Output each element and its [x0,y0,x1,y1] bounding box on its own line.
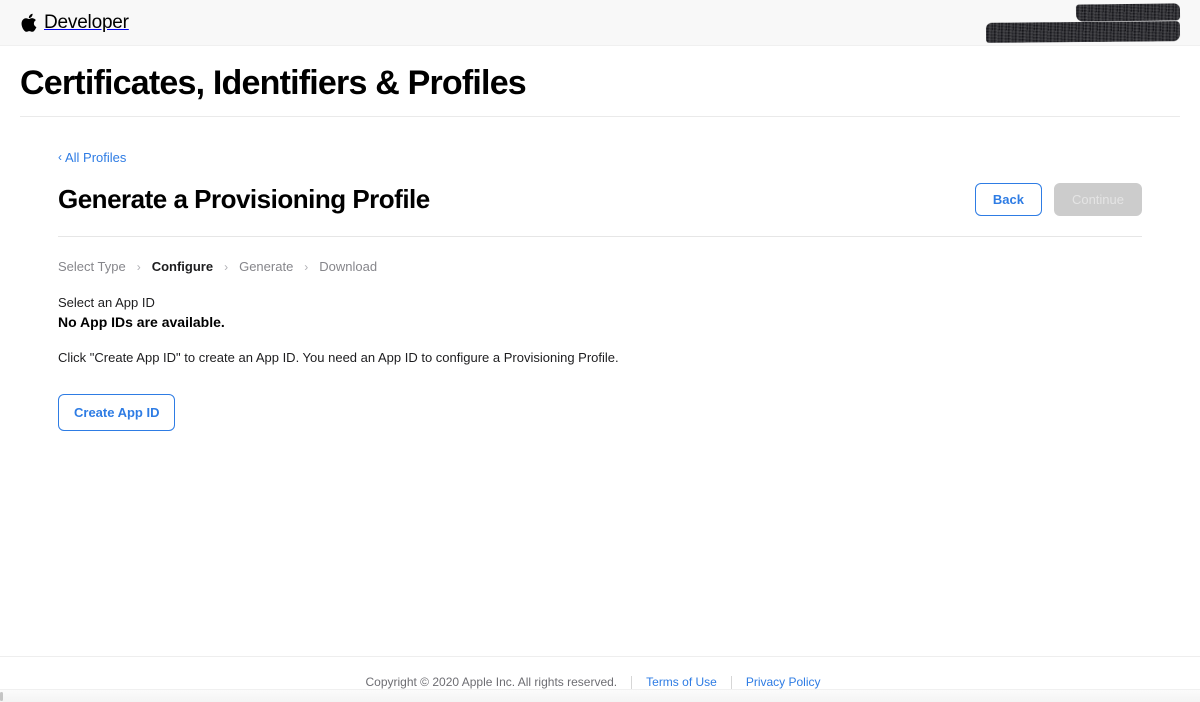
step-separator-icon: › [224,259,229,274]
help-text: Click "Create App ID" to create an App I… [58,349,619,365]
redaction-mark [1075,3,1181,22]
terms-of-use-link[interactable]: Terms of Use [632,675,731,689]
main-content: ‹ All Profiles Generate a Provisioning P… [0,117,1200,431]
step-separator-icon: › [304,259,309,274]
step-select-type[interactable]: Select Type [58,259,126,274]
section-title: Generate a Provisioning Profile [58,184,430,215]
app-id-section: Select an App ID No App IDs are availabl… [58,294,1142,431]
redaction-mark [985,21,1181,43]
back-button[interactable]: Back [974,183,1042,217]
chevron-left-icon: ‹ [58,150,62,165]
section-actions: Back Continue [974,183,1142,217]
brand-name: Developer [44,12,129,33]
back-to-all-profiles-link[interactable]: ‹ All Profiles [58,151,126,164]
step-download: Download [319,259,378,275]
step-configure[interactable]: Configure [152,259,213,274]
footer-inner: Copyright © 2020 Apple Inc. All rights r… [0,675,1200,689]
select-app-id-label: Select an App ID [58,295,155,311]
apple-logo-icon [20,13,37,33]
page-title: Certificates, Identifiers & Profiles [20,64,527,102]
global-nav: Developer [0,0,1200,46]
create-app-id-wrap: Create App ID [58,393,1142,431]
step-breadcrumb: Select Type › Configure › Generate › Dow… [58,259,1142,274]
redacted-account-area [980,0,1181,46]
step-generate: Generate [239,259,294,275]
apple-developer-home-link[interactable]: Developer [20,13,129,33]
step-separator-icon: › [136,259,141,274]
horizontal-scrollbar-thumb[interactable] [0,692,3,701]
copyright-text: Copyright © 2020 Apple Inc. All rights r… [365,675,618,689]
page-title-wrap: Certificates, Identifiers & Profiles [0,46,1200,103]
empty-state-message: No App IDs are available. [58,313,225,330]
create-app-id-button[interactable]: Create App ID [58,393,176,431]
privacy-policy-link[interactable]: Privacy Policy [732,675,835,689]
section-divider [58,236,1142,238]
continue-button: Continue [1053,183,1142,217]
section-header-row: Generate a Provisioning Profile Back Con… [58,183,1142,217]
horizontal-scrollbar[interactable] [0,689,1200,702]
back-link-label: All Profiles [65,149,127,165]
footer: Copyright © 2020 Apple Inc. All rights r… [0,656,1200,689]
